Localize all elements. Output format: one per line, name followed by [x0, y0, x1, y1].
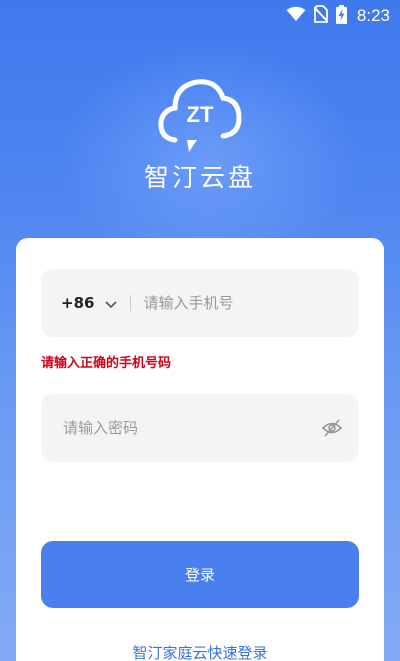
no-sim-icon — [313, 5, 329, 27]
status-time: 8:23 — [356, 6, 390, 25]
wifi-icon — [286, 6, 306, 26]
login-card: +86 请输入正确的手机号码 登录 智汀家庭云快速登录 — [16, 238, 384, 661]
divider — [130, 295, 132, 311]
quick-login-link[interactable]: 智汀家庭云快速登录 — [16, 642, 384, 661]
battery-charging-icon — [335, 4, 347, 28]
status-bar: 8:23 — [0, 0, 400, 32]
password-field — [41, 394, 359, 462]
app-name: 智汀云盘 — [143, 163, 256, 192]
login-button[interactable]: 登录 — [41, 541, 359, 608]
chevron-down-icon[interactable] — [104, 296, 118, 310]
phone-field: +86 — [41, 269, 359, 337]
logo-text: ZT — [187, 102, 214, 127]
phone-error-message: 请输入正确的手机号码 — [41, 356, 172, 371]
phone-input[interactable] — [143, 294, 359, 312]
country-code-selector[interactable]: +86 — [61, 294, 94, 312]
password-input[interactable] — [63, 419, 321, 437]
app-logo: ZT — [155, 72, 245, 154]
eye-hidden-icon[interactable] — [321, 417, 343, 439]
